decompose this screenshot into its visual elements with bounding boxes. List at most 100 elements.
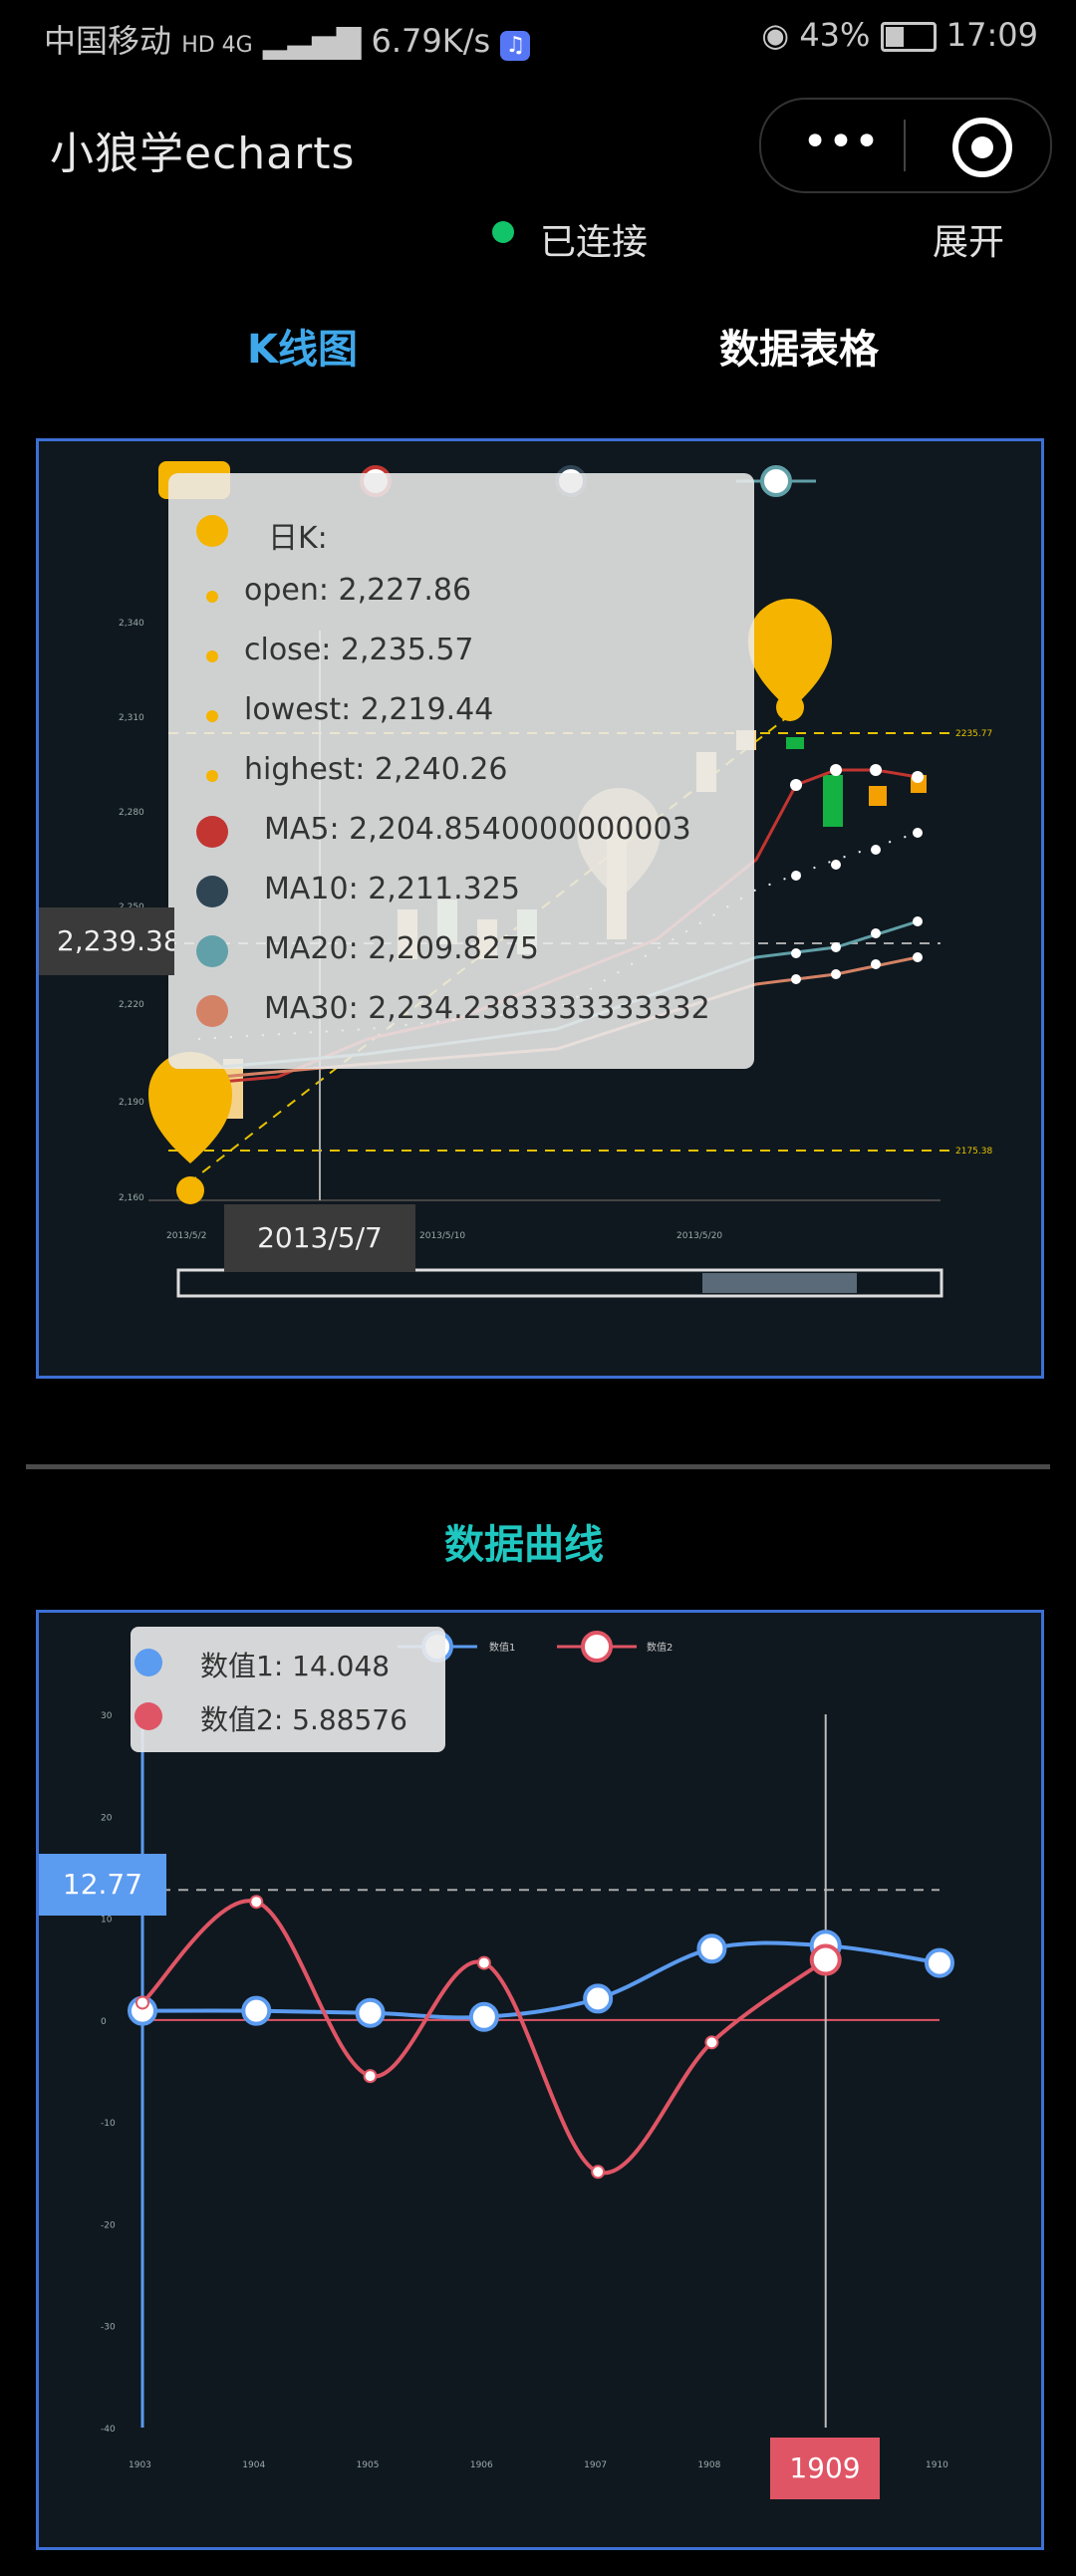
kline-chart[interactable]: 2,160 2,190 2,220 2,250 2,280 2,310 2,34…	[36, 438, 1044, 1379]
tooltip-row: MA10: 2,211.325	[264, 872, 520, 906]
y-tick: 30	[101, 1711, 113, 1721]
y-tick: 10	[101, 1916, 113, 1926]
y-tick: -10	[101, 2119, 116, 2129]
tooltip-row: lowest: 2,219.44	[244, 692, 494, 727]
close-icon[interactable]	[952, 118, 1012, 177]
datazoom-handle[interactable]	[702, 1273, 857, 1293]
line-chart[interactable]: 30 20 10 0 -10 -20 -30 -40 1903 1904 1905 1906 1907…	[36, 1610, 1044, 2550]
y-tick: 2,280	[119, 808, 144, 818]
y-tick: -20	[101, 2220, 116, 2230]
legend-icon-series2	[581, 1631, 613, 1663]
tooltip-dot	[196, 935, 228, 967]
y-tick: -30	[101, 2323, 116, 2333]
status-bar: 中国移动 HD 4G ▂▃▅▇ 6.79K/s ♫ ◉ 43% 17:09	[0, 0, 1076, 72]
x-tick: 1907	[584, 2460, 607, 2470]
capsule-divider	[904, 120, 906, 171]
y-tick: 2,190	[119, 1098, 144, 1108]
series-1-point	[696, 1933, 727, 1964]
x-tick: 1904	[242, 2460, 265, 2470]
time-label: 17:09	[945, 16, 1038, 54]
tooltip-row: MA5: 2,204.8540000000003	[264, 812, 691, 847]
candle	[823, 775, 843, 827]
tooltip-dot	[206, 770, 218, 782]
line-y-axis: 30 20 10 0 -10 -20 -30 -40	[101, 1711, 116, 2435]
legend-icon-ma20	[760, 465, 792, 497]
tooltip-dot	[206, 591, 218, 603]
signal-icon: ▂▃▅▇	[262, 22, 362, 60]
tab-kline[interactable]: K线图	[247, 317, 358, 375]
tooltip-title: 日K:	[268, 521, 328, 556]
y-tick: 2,310	[119, 713, 144, 723]
battery-icon	[880, 22, 937, 52]
series-2-point	[591, 2165, 606, 2180]
y-tick: 2,220	[119, 1000, 144, 1010]
markline-label-low: 2175.38	[955, 1147, 992, 1157]
tooltip-row: open: 2,227.86	[244, 573, 472, 608]
kline-cursor-value: 2,239.38	[39, 907, 174, 975]
tooltip-dot	[206, 710, 218, 722]
x-tick: 1903	[129, 2460, 151, 2470]
y-tick: 20	[101, 1813, 113, 1823]
speed-label: 6.79K/s	[371, 22, 491, 60]
x-tick: 1905	[357, 2460, 380, 2470]
series-layer	[128, 1895, 954, 2180]
series-1-point	[241, 1995, 272, 2026]
x-tick: 2013/5/10	[419, 1231, 465, 1241]
x-tick: 1906	[470, 2460, 493, 2470]
tooltip-row: MA30: 2,234.2383333333332	[264, 991, 710, 1026]
line-cursor-value: 12.77	[39, 1854, 166, 1916]
series-2-point	[809, 1943, 842, 1976]
page-title: 小狼学echarts	[50, 129, 356, 179]
x-tick: 1908	[697, 2460, 720, 2470]
line-chart-svg: 30 20 10 0 -10 -20 -30 -40 1903 1904 1905 1906 1907…	[101, 1631, 954, 2470]
series-1-point	[925, 1947, 954, 1978]
tooltip-dot	[206, 650, 218, 662]
connection-status-icon	[492, 221, 514, 243]
series-2-point	[363, 2069, 378, 2084]
carrier-label: 中国移动	[44, 22, 172, 60]
music-icon: ♫	[500, 31, 531, 61]
series-1-point	[583, 1983, 614, 2014]
x-tick: 2013/5/20	[676, 1231, 722, 1241]
section-divider	[26, 1464, 1050, 1469]
x-tick: 2013/5/2	[166, 1231, 206, 1241]
tooltip-row: 数值2: 5.88576	[200, 1703, 407, 1736]
tooltip-row: highest: 2,240.26	[244, 752, 508, 787]
status-right: ◉ 43% 17:09	[761, 16, 1038, 54]
battery-label: 43%	[799, 16, 871, 54]
series-1-point	[355, 1997, 386, 2028]
tooltip-dot	[196, 816, 228, 848]
tooltip-dot	[196, 876, 228, 907]
markpoint-min-pin	[148, 1052, 232, 1204]
x-tick: 1910	[926, 2460, 948, 2470]
line-tooltip: 数值1: 14.048 数值2: 5.88576	[131, 1627, 445, 1752]
kline-tooltip: 日K: open: 2,227.86 close: 2,235.57 lowes…	[168, 473, 754, 1069]
more-icon[interactable]: •••	[801, 118, 881, 173]
series-1-point	[468, 2001, 499, 2032]
y-tick: -40	[101, 2425, 116, 2435]
candle	[869, 786, 887, 806]
tooltip-row: 数值1: 14.048	[200, 1650, 391, 1682]
section-title: 数据曲线	[444, 1522, 604, 1568]
markline-label-high: 2235.77	[955, 729, 992, 739]
network-icon: HD 4G	[181, 33, 253, 58]
legend-label-series2: 数值2	[647, 1641, 672, 1654]
tooltip-row: close: 2,235.57	[244, 633, 474, 667]
series-2-point	[249, 1895, 264, 1910]
status-left: 中国移动 HD 4G ▂▃▅▇ 6.79K/s ♫	[44, 16, 531, 62]
tooltip-dot	[134, 1649, 162, 1676]
eye-icon: ◉	[761, 16, 790, 54]
tooltip-dot	[196, 995, 228, 1027]
candle	[786, 737, 804, 749]
series-2-point	[476, 1955, 491, 1970]
series-2-point	[704, 2035, 719, 2050]
tooltip-row: MA20: 2,209.8275	[264, 931, 539, 966]
series-2-point	[135, 1995, 149, 2010]
y-tick: 0	[101, 2017, 107, 2027]
tooltip-dot	[134, 1702, 162, 1730]
expand-button[interactable]: 展开	[933, 213, 1004, 265]
connection-status: 已连接	[540, 222, 649, 263]
tab-data-table[interactable]: 数据表格	[719, 317, 879, 375]
markpoint-max-pin	[748, 599, 832, 721]
tooltip-title-icon	[196, 515, 228, 547]
